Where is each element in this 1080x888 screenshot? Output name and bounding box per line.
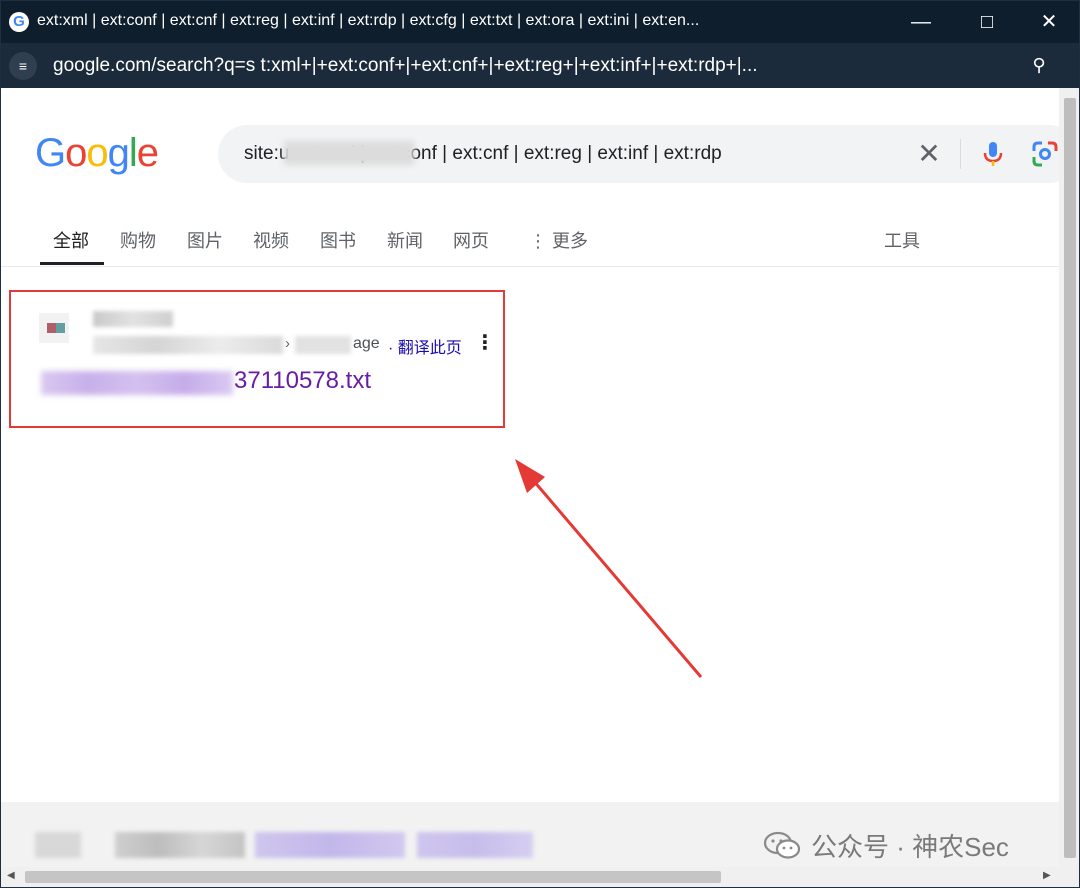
result-title-link[interactable]: 37110578.txt <box>234 367 371 395</box>
close-icon[interactable]: ✕ <box>1027 7 1071 37</box>
site-favicon-icon <box>39 313 69 343</box>
address-bar: ≡ google.com/search?q=s t:xml+|+ext:conf… <box>1 43 1079 88</box>
title-bar: G ext:xml | ext:conf | ext:cnf | ext:reg… <box>1 1 1079 43</box>
horizontal-scrollbar[interactable]: ◀ ▶ <box>1 867 1079 887</box>
result-title-redacted[interactable] <box>41 371 233 395</box>
minimize-icon[interactable]: — <box>899 7 943 37</box>
tab-books[interactable]: 图书 <box>320 227 356 253</box>
tab-all[interactable]: 全部 <box>53 227 89 253</box>
logo-letter: e <box>136 131 159 175</box>
active-tab-indicator <box>40 262 104 265</box>
tab-shopping[interactable]: 购物 <box>120 227 156 253</box>
vertical-scroll-thumb[interactable] <box>1064 98 1076 858</box>
footer-link-redacted[interactable] <box>417 832 533 858</box>
watermark: 公众号 · 神农Sec <box>763 827 1009 863</box>
footer-redacted <box>35 832 81 858</box>
location-pin-icon[interactable]: ⚲ <box>1027 53 1051 77</box>
google-favicon-icon: G <box>9 12 29 32</box>
site-name-redacted <box>93 311 173 327</box>
logo-letter: l <box>128 131 138 175</box>
tab-more[interactable]: ⋮ 更多 <box>529 227 588 253</box>
search-box[interactable]: site:u ext:xml | ext:conf | ext:cnf | ex… <box>218 125 1078 183</box>
tab-web[interactable]: 网页 <box>453 227 489 253</box>
tab-videos[interactable]: 视频 <box>253 227 289 253</box>
search-tabs: 全部 购物 图片 视频 图书 新闻 网页 ⋮ 更多 工具 <box>1 223 1059 267</box>
browser-window: G ext:xml | ext:conf | ext:cnf | ext:reg… <box>0 0 1080 888</box>
highlight-box <box>9 290 505 428</box>
clear-icon[interactable]: ✕ <box>912 137 946 171</box>
more-options-icon[interactable]: ⋮ <box>475 333 495 355</box>
breadcrumb-separator: › <box>285 335 290 352</box>
site-url-redacted <box>295 336 351 354</box>
logo-letter: g <box>107 131 130 175</box>
scroll-right-icon[interactable]: ▶ <box>1043 870 1051 881</box>
logo-letter: G <box>35 131 66 175</box>
scroll-left-icon[interactable]: ◀ <box>7 870 15 881</box>
tab-news[interactable]: 新闻 <box>387 227 423 253</box>
footer-link-redacted[interactable] <box>255 832 405 858</box>
search-divider <box>960 139 961 169</box>
site-url-redacted <box>93 336 283 354</box>
footer-redacted <box>115 832 245 858</box>
logo-letter: o <box>86 131 108 175</box>
google-lens-icon[interactable] <box>1030 139 1060 169</box>
translate-link[interactable]: · 翻译此页 <box>388 334 462 358</box>
google-logo[interactable]: Google <box>35 131 159 176</box>
logo-letter: o <box>65 131 87 175</box>
tools-button[interactable]: 工具 <box>884 227 920 253</box>
tab-images[interactable]: 图片 <box>187 227 223 253</box>
site-settings-icon[interactable]: ≡ <box>9 52 37 80</box>
tab-more-label: 更多 <box>552 231 589 251</box>
maximize-icon[interactable]: □ <box>965 7 1009 37</box>
more-vert-icon: ⋮ <box>529 231 547 251</box>
url-field[interactable]: google.com/search?q=s t:xml+|+ext:conf+|… <box>53 55 1003 77</box>
site-url-tail: age <box>353 335 380 352</box>
window-title: ext:xml | ext:conf | ext:cnf | ext:reg |… <box>37 12 700 29</box>
horizontal-scroll-thumb[interactable] <box>25 871 721 883</box>
watermark-text: 公众号 · 神农Sec <box>811 831 1009 862</box>
page-content <box>1 88 1059 802</box>
annotation-arrow <box>515 459 703 678</box>
microphone-icon[interactable] <box>978 139 1008 169</box>
redacted-blur <box>284 141 414 165</box>
tabs-divider <box>1 266 1059 267</box>
vertical-scrollbar[interactable] <box>1059 88 1079 867</box>
wechat-icon <box>763 831 801 859</box>
